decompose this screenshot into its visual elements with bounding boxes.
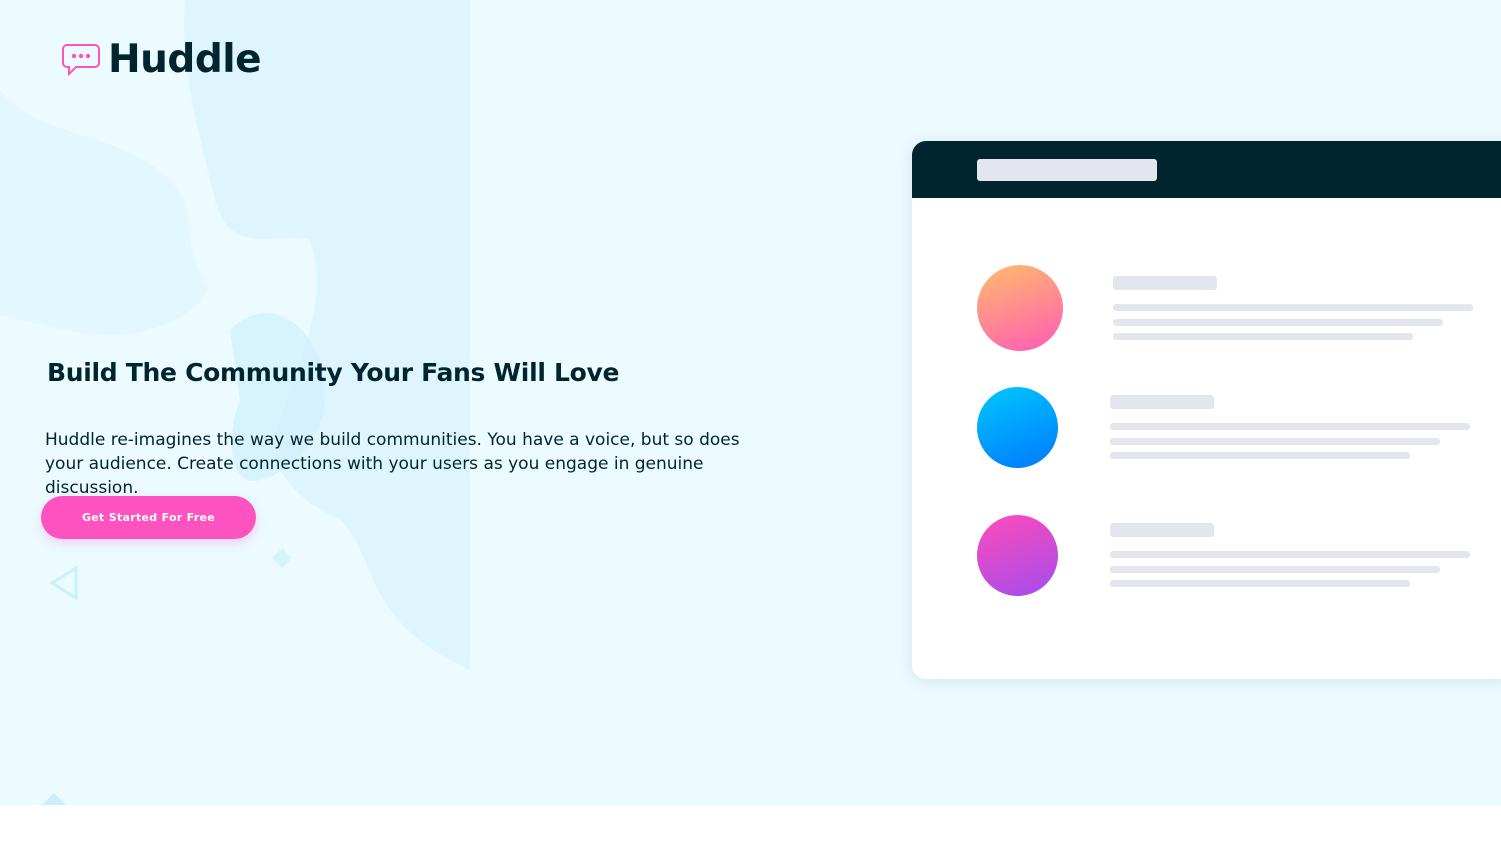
- mockup-skeleton-title: [1113, 276, 1217, 290]
- mockup-header: [912, 141, 1501, 198]
- mockup-skeleton-line: [1110, 580, 1410, 587]
- mockup-avatar: [977, 265, 1063, 351]
- mockup-skeleton-line: [1110, 551, 1470, 558]
- mockup-skeleton-line: [1113, 319, 1443, 326]
- hero-section: Huddle Build The Community Your Fans Wil…: [0, 0, 1501, 805]
- mockup-skeleton-title: [1110, 523, 1214, 537]
- get-started-button[interactable]: Get Started For Free: [41, 496, 256, 539]
- mockup-skeleton-line: [1113, 304, 1473, 311]
- mockup-search-bar: [977, 159, 1157, 181]
- mockup-avatar: [977, 515, 1058, 596]
- mockup-skeleton-line: [1110, 423, 1470, 430]
- diamond-decoration-icon: [42, 793, 66, 805]
- mockup-skeleton-line: [1110, 438, 1440, 445]
- hero-headline: Build The Community Your Fans Will Love: [47, 358, 620, 387]
- speech-bubble-icon: [62, 44, 100, 77]
- app-mockup: [912, 141, 1501, 679]
- mockup-skeleton-line: [1110, 566, 1440, 573]
- brand-name: Huddle: [108, 37, 262, 82]
- hero-description: Huddle re-imagines the way we build comm…: [45, 430, 740, 498]
- mockup-skeleton-title: [1110, 395, 1214, 409]
- mockup-avatar: [977, 387, 1058, 468]
- diamond-decoration-icon: [272, 548, 292, 568]
- brand-logo[interactable]: Huddle: [62, 37, 262, 82]
- triangle-decoration-icon: [49, 565, 78, 601]
- mockup-skeleton-line: [1113, 333, 1413, 340]
- mockup-skeleton-line: [1110, 452, 1410, 459]
